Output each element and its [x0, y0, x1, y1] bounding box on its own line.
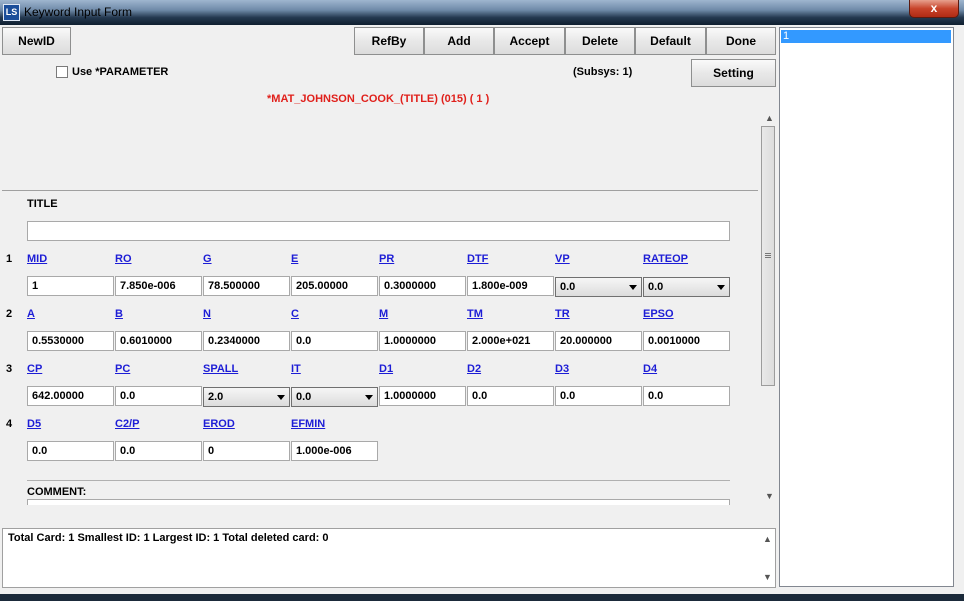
field-label-pr[interactable]: PR [379, 253, 394, 265]
app-icon: LS [3, 4, 20, 21]
a-input[interactable]: 0.5530000 [27, 331, 114, 351]
field-label-vp[interactable]: VP [555, 253, 570, 265]
done-button[interactable]: Done [706, 27, 776, 55]
field-label-cp[interactable]: CP [27, 363, 42, 375]
spall-select[interactable]: 2.0 [203, 387, 290, 407]
scrollbar-thumb[interactable] [761, 126, 775, 386]
setting-button[interactable]: Setting [691, 59, 776, 87]
field-label-tr[interactable]: TR [555, 308, 570, 320]
d3-input[interactable]: 0.0 [555, 386, 642, 406]
card-row-number: 2 [6, 308, 13, 320]
scroll-down-icon[interactable]: ▼ [765, 491, 774, 501]
tr-input[interactable]: 20.000000 [555, 331, 642, 351]
field-label-it[interactable]: IT [291, 363, 301, 375]
field-label-rateop[interactable]: RATEOP [643, 253, 688, 265]
scroll-down-icon[interactable]: ▼ [763, 572, 772, 582]
field-label-d3[interactable]: D3 [555, 363, 569, 375]
field-label-c[interactable]: C [291, 308, 299, 320]
field-label-d2[interactable]: D2 [467, 363, 481, 375]
field-label-mid[interactable]: MID [27, 253, 47, 265]
window-title: Keyword Input Form [24, 5, 133, 19]
subsys-label: (Subsys: 1) [573, 66, 633, 78]
field-label-tm[interactable]: TM [467, 308, 483, 320]
field-label-spall[interactable]: SPALL [203, 363, 238, 375]
field-label-n[interactable]: N [203, 308, 211, 320]
field-label-erod[interactable]: EROD [203, 418, 235, 430]
window-titlebar [0, 0, 964, 25]
id-list-panel[interactable] [779, 27, 954, 587]
d2-input[interactable]: 0.0 [467, 386, 554, 406]
use-parameter-checkbox[interactable] [56, 66, 68, 78]
accept-button[interactable]: Accept [494, 27, 565, 55]
vp-select-value: 0.0 [560, 281, 576, 293]
scroll-up-icon[interactable]: ▲ [763, 534, 772, 544]
comment-input[interactable] [27, 499, 730, 505]
field-label-epso[interactable]: EPSO [643, 308, 674, 320]
d1-input[interactable]: 1.0000000 [379, 386, 466, 406]
ro-input[interactable]: 7.850e-006 [115, 276, 202, 296]
divider [27, 480, 730, 481]
dtf-input[interactable]: 1.800e-009 [467, 276, 554, 296]
field-label-d1[interactable]: D1 [379, 363, 393, 375]
field-label-ro[interactable]: RO [115, 253, 132, 265]
comment-label: COMMENT: [27, 486, 87, 498]
cp-input[interactable]: 642.00000 [27, 386, 114, 406]
field-label-efmin[interactable]: EFMIN [291, 418, 325, 430]
c-input[interactable]: 0.0 [291, 331, 378, 351]
mid-input[interactable]: 1 [27, 276, 114, 296]
field-label-d5[interactable]: D5 [27, 418, 41, 430]
field-label-b[interactable]: B [115, 308, 123, 320]
e-input[interactable]: 205.00000 [291, 276, 378, 296]
refby-button[interactable]: RefBy [354, 27, 424, 55]
default-button[interactable]: Default [635, 27, 706, 55]
pr-input[interactable]: 0.3000000 [379, 276, 466, 296]
title-input[interactable] [27, 221, 730, 241]
divider [2, 190, 758, 191]
chevron-down-icon [277, 395, 285, 400]
vp-select[interactable]: 0.0 [555, 277, 642, 297]
d4-input[interactable]: 0.0 [643, 386, 730, 406]
scroll-up-icon[interactable]: ▲ [765, 113, 774, 123]
title-label: TITLE [27, 198, 58, 210]
n-input[interactable]: 0.2340000 [203, 331, 290, 351]
close-button[interactable]: x [909, 0, 959, 18]
list-item[interactable]: 1 [781, 30, 951, 43]
use-parameter-label: Use *PARAMETER [72, 66, 169, 78]
rateop-select-value: 0.0 [648, 281, 664, 293]
spall-select-value: 2.0 [208, 391, 224, 403]
chevron-down-icon [365, 395, 373, 400]
field-label-dtf[interactable]: DTF [467, 253, 488, 265]
erod-input[interactable]: 0 [203, 441, 290, 461]
rateop-select[interactable]: 0.0 [643, 277, 730, 297]
newid-button[interactable]: NewID [2, 27, 71, 55]
field-label-m[interactable]: M [379, 308, 388, 320]
field-label-d4[interactable]: D4 [643, 363, 657, 375]
d5-input[interactable]: 0.0 [27, 441, 114, 461]
card-row-number: 3 [6, 363, 13, 375]
field-label-c2p[interactable]: C2/P [115, 418, 139, 430]
delete-button[interactable]: Delete [565, 27, 635, 55]
b-input[interactable]: 0.6010000 [115, 331, 202, 351]
status-text: Total Card: 1 Smallest ID: 1 Largest ID:… [8, 532, 329, 544]
add-button[interactable]: Add [424, 27, 494, 55]
it-select-value: 0.0 [296, 391, 312, 403]
tm-input[interactable]: 2.000e+021 [467, 331, 554, 351]
chevron-down-icon [629, 285, 637, 290]
efmin-input[interactable]: 1.000e-006 [291, 441, 378, 461]
keyword-heading: *MAT_JOHNSON_COOK_(TITLE) (015) ( 1 ) [267, 93, 490, 105]
chevron-down-icon [717, 285, 725, 290]
epso-input[interactable]: 0.0010000 [643, 331, 730, 351]
grip-icon [765, 253, 771, 254]
card-row-number: 1 [6, 253, 13, 265]
field-label-pc[interactable]: PC [115, 363, 130, 375]
m-input[interactable]: 1.0000000 [379, 331, 466, 351]
c2p-input[interactable]: 0.0 [115, 441, 202, 461]
field-label-g[interactable]: G [203, 253, 212, 265]
it-select[interactable]: 0.0 [291, 387, 378, 407]
g-input[interactable]: 78.500000 [203, 276, 290, 296]
card-row-number: 4 [6, 418, 13, 430]
pc-input[interactable]: 0.0 [115, 386, 202, 406]
field-label-e[interactable]: E [291, 253, 298, 265]
field-label-a[interactable]: A [27, 308, 35, 320]
